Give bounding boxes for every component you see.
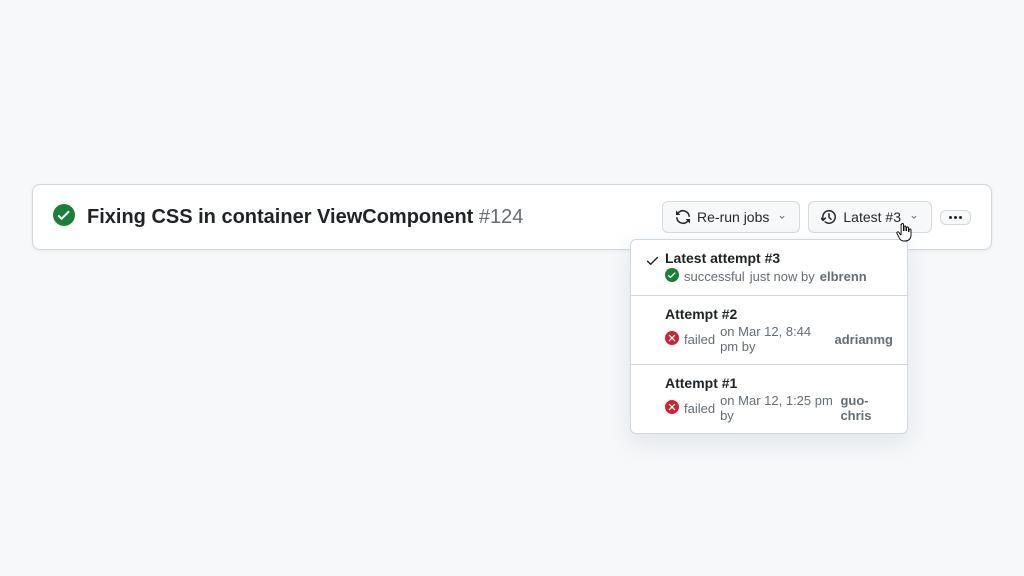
attempt-time: on Mar 12, 8:44 pm by xyxy=(720,324,829,354)
check-icon xyxy=(645,250,665,273)
kebab-icon xyxy=(949,216,962,219)
attempt-title: Latest attempt #3 xyxy=(665,250,893,266)
attempt-status: successful xyxy=(684,269,745,284)
attempt-item-2[interactable]: Attempt #2 failed on Mar 12, 8:44 pm by … xyxy=(631,296,907,365)
attempt-item-1[interactable]: Attempt #1 failed on Mar 12, 1:25 pm by … xyxy=(631,365,907,433)
fail-icon xyxy=(665,331,679,348)
attempt-time: on Mar 12, 1:25 pm by xyxy=(720,393,835,423)
attempt-actor: elbrenn xyxy=(820,269,867,284)
attempt-meta: successful just now by elbrenn xyxy=(665,268,893,285)
attempt-status: failed xyxy=(684,401,715,416)
rerun-jobs-label: Re-run jobs xyxy=(697,207,769,227)
workflow-run-title: Fixing CSS in container ViewComponent #1… xyxy=(87,204,523,230)
attempt-title: Attempt #2 xyxy=(665,306,893,322)
chevron-down-icon xyxy=(777,212,787,222)
latest-attempt-button[interactable]: Latest #3 xyxy=(808,201,932,233)
more-actions-button[interactable] xyxy=(940,210,971,225)
workflow-run-title-text: Fixing CSS in container ViewComponent xyxy=(87,206,473,228)
attempt-actor: guo-chris xyxy=(840,393,893,423)
attempt-meta: failed on Mar 12, 1:25 pm by guo-chris xyxy=(665,393,893,423)
check-placeholder xyxy=(645,375,665,378)
attempt-item-3[interactable]: Latest attempt #3 successful just now by… xyxy=(631,240,907,296)
attempt-title: Attempt #1 xyxy=(665,375,893,391)
chevron-down-icon xyxy=(909,212,919,222)
fail-icon xyxy=(665,400,679,417)
attempts-dropdown: Latest attempt #3 successful just now by… xyxy=(630,239,908,434)
workflow-run-number: #124 xyxy=(479,206,524,228)
attempt-status: failed xyxy=(684,332,715,347)
attempt-meta: failed on Mar 12, 8:44 pm by adrianmg xyxy=(665,324,893,354)
success-icon xyxy=(53,204,75,231)
sync-icon xyxy=(675,209,691,225)
attempt-actor: adrianmg xyxy=(834,332,893,347)
check-placeholder xyxy=(645,306,665,309)
latest-attempt-label: Latest #3 xyxy=(843,207,901,227)
history-icon xyxy=(821,209,837,225)
success-icon xyxy=(665,268,679,285)
rerun-jobs-button[interactable]: Re-run jobs xyxy=(662,201,800,233)
attempt-time: just now by xyxy=(750,269,815,284)
